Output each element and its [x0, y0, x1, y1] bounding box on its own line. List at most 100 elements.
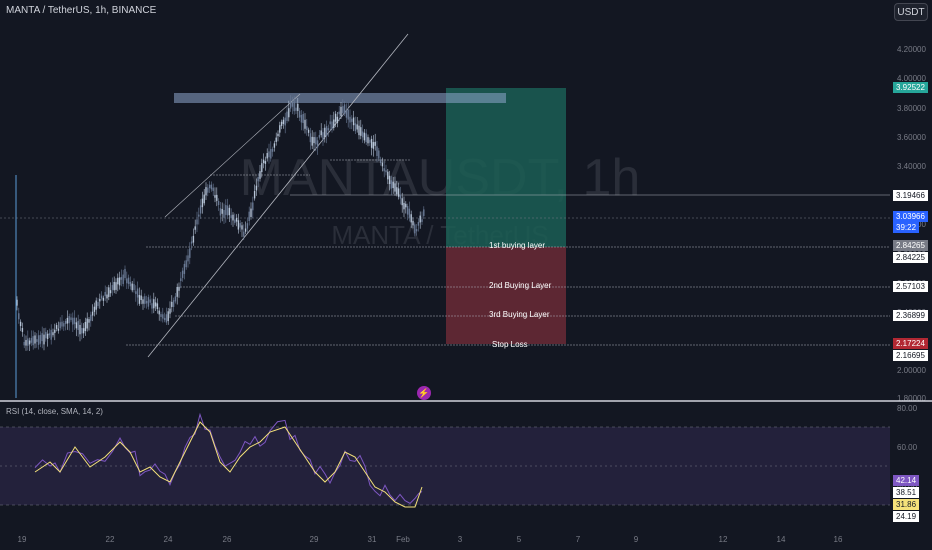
- candle-body: [311, 136, 313, 146]
- candle-body: [345, 110, 348, 118]
- candle-body: [295, 107, 297, 111]
- candle-body: [180, 278, 182, 282]
- candle-body: [248, 211, 250, 221]
- time-axis[interactable]: 19 22 24 26 29 31 Feb 3 5 7 9 12 14 16: [18, 535, 843, 544]
- candle-body: [64, 320, 67, 324]
- candle-body: [388, 175, 391, 185]
- time-axis-tick: 31: [368, 535, 377, 544]
- candle-body: [171, 301, 173, 307]
- target-zone[interactable]: [446, 88, 566, 247]
- candle-body: [93, 306, 96, 312]
- candle-body: [318, 135, 321, 138]
- candle-body: [39, 335, 42, 344]
- candle-body: [349, 116, 351, 123]
- time-axis-tick: 26: [223, 535, 232, 544]
- rsi-lower-tag: 24.19: [893, 511, 920, 522]
- candle-body: [252, 202, 254, 211]
- candle-body: [108, 287, 110, 297]
- candle-body: [351, 118, 353, 122]
- time-axis-tick: 3: [458, 535, 463, 544]
- rsi-indicator-label[interactable]: RSI (14, close, SMA, 14, 2): [6, 407, 103, 416]
- stop-price-tag: 2.17224: [893, 338, 928, 349]
- candle-body: [289, 102, 292, 109]
- candle-body: [34, 335, 36, 344]
- candle-body: [154, 302, 157, 307]
- candle-body: [73, 317, 76, 324]
- candle-body: [216, 194, 218, 201]
- candle-body: [270, 149, 272, 159]
- candle-body: [223, 210, 225, 218]
- candle-body: [237, 220, 240, 230]
- candle-body: [207, 187, 209, 193]
- time-axis-tick: 24: [164, 535, 173, 544]
- candle-body: [63, 323, 65, 327]
- rsi-sma-tag: 31.86: [893, 499, 920, 510]
- candle-body: [309, 133, 312, 143]
- entry-price-tag: 3.19466: [893, 190, 928, 201]
- stop-zone[interactable]: [446, 247, 566, 344]
- candle-body: [142, 299, 144, 304]
- time-axis-tick: 19: [18, 535, 27, 544]
- first-layer-label[interactable]: 1st buying layer: [489, 241, 545, 250]
- time-axis-tick: 29: [310, 535, 319, 544]
- price-axis-tick: 3.60000: [897, 133, 926, 142]
- candle-body: [32, 336, 34, 346]
- resistance-zone[interactable]: [174, 93, 506, 103]
- candle-body: [145, 300, 148, 304]
- rsi-value-tag: 42.14: [893, 475, 920, 486]
- candle-body: [293, 101, 295, 112]
- candle-body: [167, 311, 169, 322]
- target-price-tag: 3.92522: [893, 82, 928, 93]
- bar-countdown: 39:22: [893, 222, 920, 233]
- lightning-icon[interactable]: ⚡: [417, 386, 431, 400]
- time-axis-tick: 14: [777, 535, 786, 544]
- candle-body: [417, 222, 420, 226]
- candle-body: [255, 185, 258, 191]
- candle-body: [322, 132, 324, 140]
- candle-body: [91, 311, 94, 316]
- candle-body: [57, 328, 60, 331]
- candle-body: [246, 223, 249, 229]
- candle-body: [232, 214, 234, 221]
- candle-body: [99, 298, 101, 302]
- candle-body: [120, 277, 123, 280]
- candle-body: [379, 159, 382, 164]
- candle-body: [280, 121, 283, 126]
- candle-body: [50, 329, 52, 340]
- candle-body: [228, 207, 231, 216]
- candle-body: [61, 321, 63, 327]
- candle-body: [117, 277, 119, 285]
- current-price-tag: 3.03966: [893, 211, 928, 222]
- candle-body: [241, 225, 243, 230]
- candle-body: [208, 184, 211, 189]
- candle-body: [360, 127, 362, 136]
- chart-canvas[interactable]: MANTAUSDT, 1h MANTA / TetherUS 4.200004.…: [0, 0, 932, 550]
- candle-body: [149, 299, 151, 303]
- price-axis-tick: 4.20000: [897, 45, 926, 54]
- candle-body: [43, 334, 45, 345]
- candle-body: [365, 133, 367, 143]
- candle-body: [133, 284, 135, 290]
- candle-body: [361, 131, 364, 138]
- candle-body: [66, 317, 69, 324]
- candle-body: [297, 103, 299, 111]
- third-layer-tag: 2.36899: [893, 310, 928, 321]
- candle-body: [176, 286, 178, 297]
- stop-loss-label[interactable]: Stop Loss: [492, 340, 528, 349]
- candle-body: [111, 285, 114, 290]
- candle-body: [68, 316, 70, 324]
- candle-body: [25, 340, 27, 346]
- candle-body: [113, 281, 115, 291]
- candle-body: [221, 208, 223, 214]
- candle-body: [183, 263, 186, 274]
- candle-body: [291, 101, 294, 107]
- third-layer-label[interactable]: 3rd Buying Layer: [489, 310, 549, 319]
- first-layer-price-tag: 2.84265: [893, 240, 928, 251]
- candle-body: [36, 339, 38, 342]
- candle-body: [84, 321, 87, 332]
- candle-body: [194, 226, 196, 230]
- candle-body: [156, 303, 159, 310]
- second-layer-label[interactable]: 2nd Buying Layer: [489, 281, 551, 290]
- candle-body: [136, 288, 139, 298]
- candle-body: [378, 150, 380, 159]
